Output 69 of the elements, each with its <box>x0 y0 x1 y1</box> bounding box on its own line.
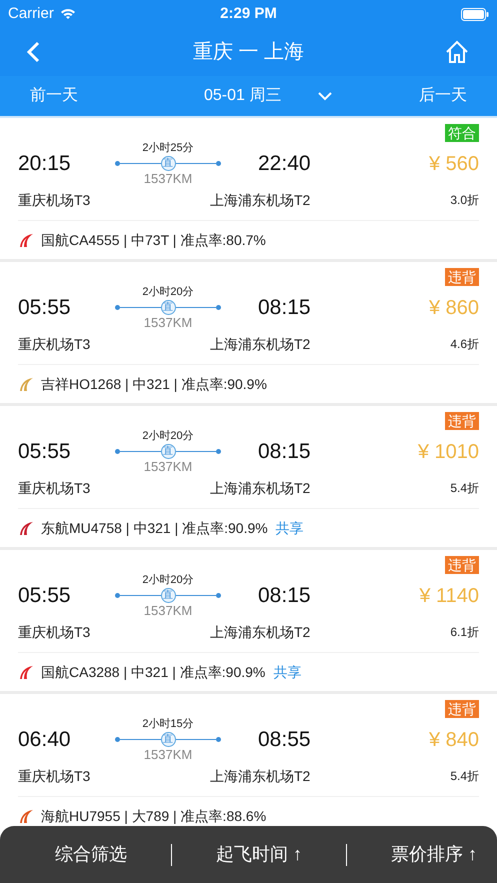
flight-duration: 2小时20分 <box>142 285 194 299</box>
direct-mark: 直 <box>160 444 176 458</box>
policy-badge: 违背 <box>445 556 479 574</box>
discount-label: 5.4折 <box>450 480 479 497</box>
discount-label: 3.0折 <box>450 192 479 209</box>
direct-mark: 直 <box>160 732 176 746</box>
flight-info: 海航HU7955 | 大789 | 准点率:88.6% <box>41 806 266 826</box>
departure-time: 06:40 <box>18 727 72 754</box>
direct-mark: 直 <box>160 588 176 602</box>
flight-info: 国航CA3288 | 中321 | 准点率:90.9% <box>41 662 266 682</box>
direct-mark: 直 <box>160 156 176 170</box>
arrival-time: 08:15 <box>258 583 311 610</box>
flight-distance: 1537KM <box>144 747 192 763</box>
carrier-label: Carrier <box>8 4 54 24</box>
flight-card[interactable]: 违背 06:40 2小时15分 直 1537KM 08:55 ¥ 840 重庆机场T3 上海浦东机场T2 5.4折 海航HU7955 | 大789 | 准点率:88.6% <box>0 694 497 835</box>
departure-time: 05:55 <box>18 295 72 322</box>
arrival-time: 08:15 <box>258 439 311 466</box>
departure-airport: 重庆机场T3 <box>18 478 92 498</box>
flight-card[interactable]: 违背 05:55 2小时20分 直 1537KM 08:15 ¥ 1140 重庆机场T3 上海浦东机场T2 6.1折 国航CA3288 | 中321 | 准点率:90.9% 共享 <box>0 550 497 691</box>
arrival-airport: 上海浦东机场T2 <box>210 334 310 354</box>
ticket-price: ¥ 1010 <box>418 440 479 465</box>
sort-option[interactable]: 起飞时间 ↑ <box>216 841 302 868</box>
flight-card[interactable]: 违背 05:55 2小时20分 直 1537KM 08:15 ¥ 860 重庆机场T3 上海浦东机场T2 4.6折 吉祥HO1268 | 中321 | 准点率:90.9% <box>0 262 497 403</box>
ticket-price: ¥ 860 <box>428 296 479 321</box>
departure-time: 20:15 <box>18 151 72 178</box>
arrival-time: 22:40 <box>258 151 311 178</box>
flight-duration: 2小时20分 <box>142 573 194 587</box>
flight-duration: 2小时20分 <box>142 429 194 443</box>
departure-airport: 重庆机场T3 <box>18 766 92 786</box>
policy-badge: 符合 <box>445 124 479 142</box>
flight-duration: 2小时25分 <box>142 141 194 155</box>
departure-airport: 重庆机场T3 <box>18 334 92 354</box>
flight-info: 吉祥HO1268 | 中321 | 准点率:90.9% <box>41 374 267 394</box>
departure-airport: 重庆机场T3 <box>18 190 92 210</box>
arrival-time: 08:55 <box>258 727 311 754</box>
battery-icon <box>461 8 489 20</box>
ticket-price: ¥ 1140 <box>419 584 479 609</box>
direct-mark: 直 <box>160 300 176 314</box>
departure-time: 05:55 <box>18 583 72 610</box>
policy-badge: 违背 <box>445 700 479 718</box>
ticket-price: ¥ 560 <box>428 152 479 177</box>
wifi-icon <box>60 8 76 20</box>
flight-card[interactable]: 违背 05:55 2小时20分 直 1537KM 08:15 ¥ 1010 重庆机场T3 上海浦东机场T2 5.4折 东航MU4758 | 中321 | 准点率:90.9% 共享 <box>0 406 497 547</box>
sort-option[interactable]: 综合筛选 <box>55 841 127 868</box>
flight-duration: 2小时15分 <box>142 717 194 731</box>
arrival-airport: 上海浦东机场T2 <box>210 622 310 642</box>
status-time: 2:29 PM <box>220 4 277 24</box>
chevron-down-icon <box>317 91 334 101</box>
flight-distance: 1537KM <box>144 459 192 475</box>
departure-time: 05:55 <box>18 439 72 466</box>
flight-distance: 1537KM <box>144 171 192 187</box>
route-title: 重庆 一 上海 <box>192 40 304 65</box>
arrival-airport: 上海浦东机场T2 <box>210 190 310 210</box>
discount-label: 6.1折 <box>450 624 479 641</box>
flight-card[interactable]: 符合 20:15 2小时25分 直 1537KM 22:40 ¥ 560 重庆机场T3 上海浦东机场T2 3.0折 国航CA4555 | 中73T | 准点率:80.7% <box>0 118 497 259</box>
ticket-price: ¥ 840 <box>428 728 479 753</box>
flight-info: 国航CA4555 | 中73T | 准点率:80.7% <box>41 230 266 250</box>
discount-label: 5.4折 <box>450 768 479 785</box>
departure-airport: 重庆机场T3 <box>18 622 92 642</box>
flight-distance: 1537KM <box>144 315 192 331</box>
arrival-airport: 上海浦东机场T2 <box>210 766 310 786</box>
discount-label: 4.6折 <box>450 336 479 353</box>
arrival-time: 08:15 <box>258 295 311 322</box>
sort-option[interactable]: 票价排序 ↑ <box>391 841 478 868</box>
policy-badge: 违背 <box>445 412 479 430</box>
arrival-airport: 上海浦东机场T2 <box>210 478 310 498</box>
flight-distance: 1537KM <box>144 603 192 619</box>
policy-badge: 违背 <box>445 268 479 286</box>
flight-info: 东航MU4758 | 中321 | 准点率:90.9% <box>41 518 268 538</box>
